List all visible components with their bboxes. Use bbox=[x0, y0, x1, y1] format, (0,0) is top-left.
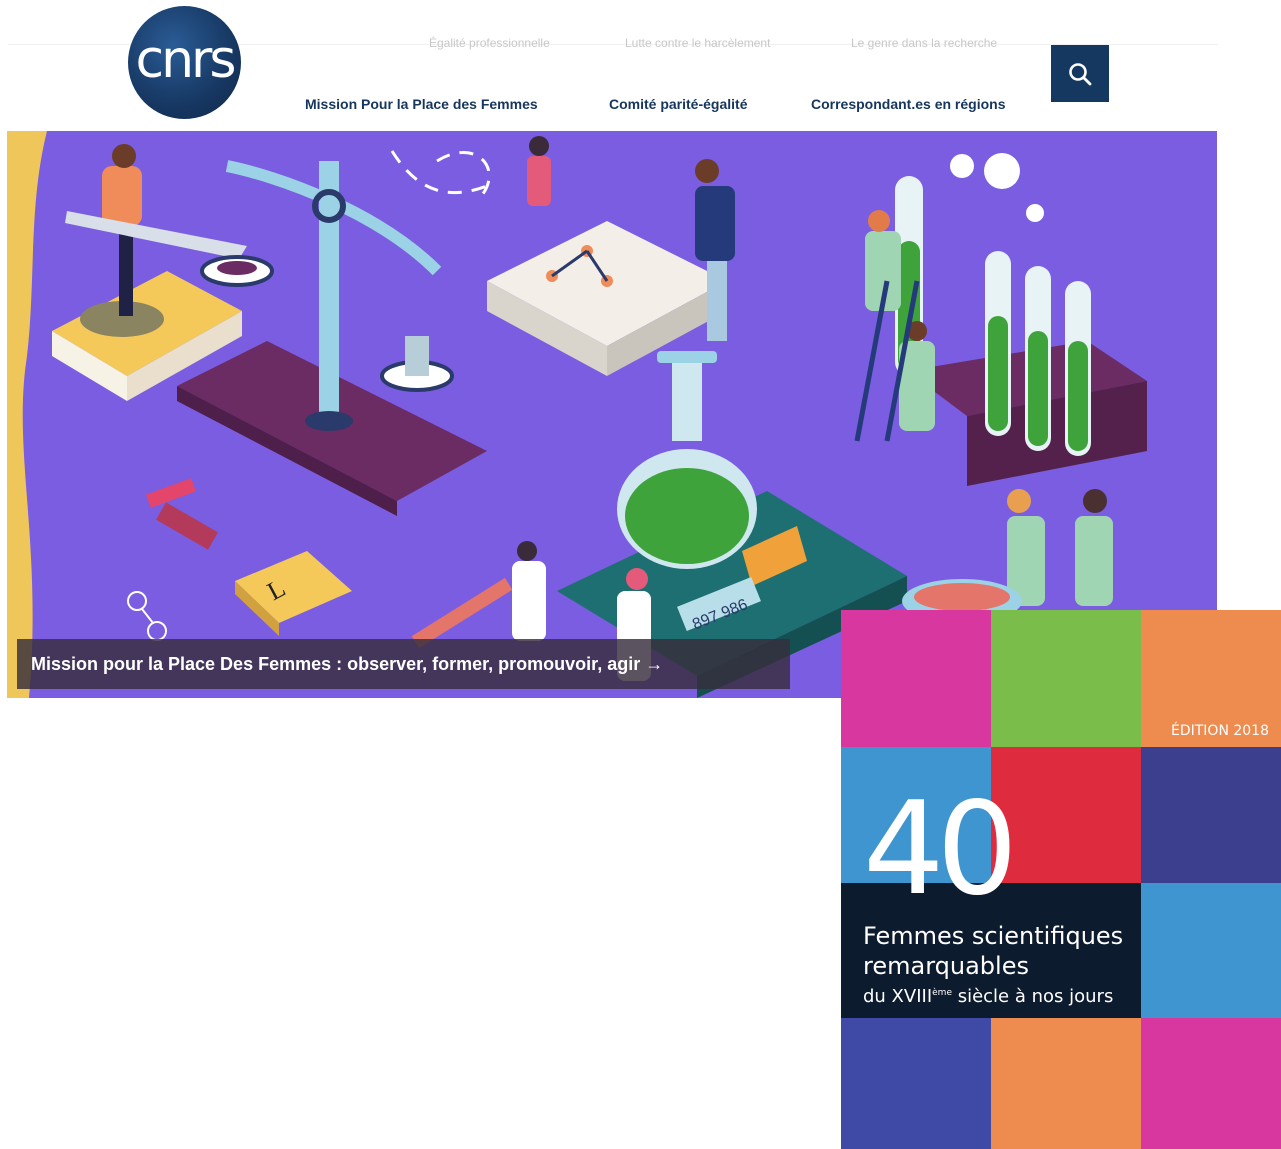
hero-caption-text: Mission pour la Place Des Femmes : obser… bbox=[31, 653, 664, 674]
poster-subtitle-post: siècle à nos jours bbox=[951, 986, 1114, 1007]
portrait-tile bbox=[841, 610, 991, 747]
poster-40-femmes: ÉDITION 2018 40 Femmes scientifiques rem… bbox=[841, 610, 1281, 1149]
poster-subtitle: du XVIIIème siècle à nos jours bbox=[863, 986, 1113, 1007]
nav-correspondants[interactable]: Correspondant.es en régions bbox=[811, 96, 1005, 112]
poster-edition: ÉDITION 2018 bbox=[1170, 723, 1269, 739]
poster-subtitle-pre: du XVIII bbox=[863, 986, 933, 1007]
nav-comite[interactable]: Comité parité-égalité bbox=[609, 96, 747, 112]
top-link-harcelement[interactable]: Lutte contre le harcèlement bbox=[625, 36, 770, 50]
site-header: cnrs Égalité professionnelle Lutte contr… bbox=[0, 0, 1281, 130]
poster-title: Femmes scientifiques remarquables bbox=[863, 921, 1123, 981]
poster-subtitle-sup: ème bbox=[932, 988, 952, 998]
cnrs-logo[interactable]: cnrs bbox=[128, 6, 241, 119]
portrait-tile bbox=[991, 747, 1141, 883]
portrait-tile bbox=[1141, 1018, 1281, 1149]
search-icon bbox=[1069, 62, 1092, 85]
portrait-tile bbox=[991, 610, 1141, 747]
top-link-genre[interactable]: Le genre dans la recherche bbox=[851, 36, 997, 50]
portrait-tile bbox=[841, 1018, 991, 1149]
portrait-tile bbox=[991, 1018, 1141, 1149]
poster-title-line1: Femmes scientifiques bbox=[863, 922, 1124, 950]
search-button[interactable] bbox=[1051, 45, 1109, 102]
hero-caption[interactable]: Mission pour la Place Des Femmes : obser… bbox=[17, 639, 790, 689]
nav-mission[interactable]: Mission Pour la Place des Femmes bbox=[305, 96, 538, 112]
poster-number: 40 bbox=[863, 775, 1018, 924]
portrait-tile bbox=[1141, 883, 1281, 1018]
poster-title-line2: remarquables bbox=[863, 952, 1029, 980]
portrait-tile bbox=[1141, 747, 1281, 883]
top-link-egalite[interactable]: Égalité professionnelle bbox=[429, 36, 550, 50]
